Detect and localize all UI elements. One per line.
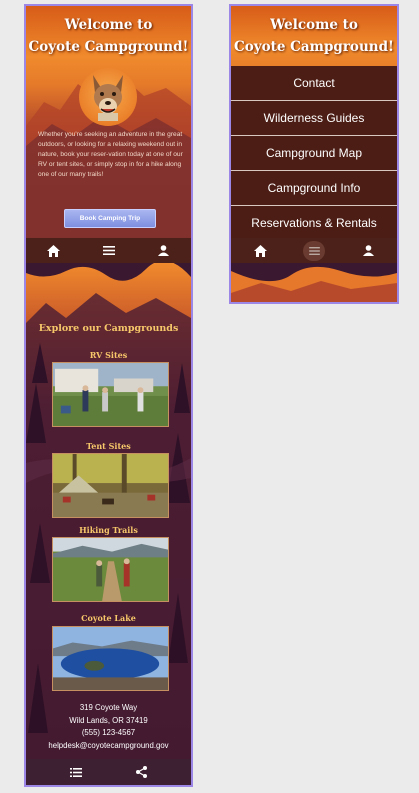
contact-address: 319 Coyote Way Wild Lands, OR 37419 (555… <box>26 702 191 752</box>
hero-section: Welcome to Coyote Campground! Whether yo… <box>26 6 191 238</box>
card-title-coyote-lake: Coyote Lake <box>81 613 136 623</box>
card-title-hiking-trails: Hiking Trails <box>79 525 138 535</box>
home-icon <box>253 244 267 257</box>
bottom-nav <box>26 238 191 263</box>
menu-home-button[interactable] <box>245 241 275 261</box>
menu-button[interactable] <box>94 241 124 261</box>
menu-menu-button[interactable] <box>303 240 325 261</box>
share-icon <box>136 766 147 778</box>
menu-item-campground-info[interactable]: Campground Info <box>231 170 397 205</box>
book-camping-trip-button[interactable]: Book Camping Trip <box>64 209 156 228</box>
menu-icon <box>102 246 115 255</box>
menu-bottom-nav <box>231 238 397 263</box>
tent-sites-photo[interactable] <box>52 453 169 518</box>
menu-site-title-line1: Welcome to <box>270 17 358 33</box>
list-icon <box>69 767 82 777</box>
intro-text: Whether you're seeking an adventure in t… <box>38 131 183 178</box>
coyote-logo <box>79 68 137 126</box>
card-title-tent-sites: Tent Sites <box>86 441 131 451</box>
person-icon <box>158 245 169 256</box>
coyote-icon <box>93 75 123 121</box>
explore-title: Explore our Campgrounds <box>38 323 179 334</box>
card-title-rv-sites: RV Sites <box>89 350 128 360</box>
address-city: Wild Lands, OR 37419 <box>69 715 148 725</box>
home-icon <box>47 244 60 257</box>
menu-account-button[interactable] <box>353 241 383 261</box>
menu-item-wilderness-guides[interactable]: Wilderness Guides <box>231 100 397 135</box>
menu-site-title-line2: Coyote Campground! <box>234 39 394 55</box>
menu-item-campground-map[interactable]: Campground Map <box>231 135 397 170</box>
menu-item-reservations-rentals[interactable]: Reservations & Rentals <box>231 205 397 240</box>
footer-bar <box>26 759 191 785</box>
menu-screen: Welcome to Coyote Campground! Contact Wi… <box>229 4 399 304</box>
dropdown-menu: Contact Wilderness Guides Campground Map… <box>231 66 397 240</box>
home-button[interactable] <box>39 241 69 261</box>
share-button[interactable] <box>127 762 157 782</box>
contact-phone[interactable]: (555) 123-4567 <box>26 727 191 740</box>
home-screen: Welcome to Coyote Campground! Whether yo… <box>24 4 193 787</box>
menu-sunset-strip <box>231 263 397 302</box>
menu-hero: Welcome to Coyote Campground! <box>231 6 397 66</box>
rv-sites-photo[interactable] <box>52 362 169 427</box>
address-street: 319 Coyote Way <box>79 703 138 712</box>
coyote-lake-photo[interactable] <box>52 626 169 691</box>
menu-site-title: Welcome to Coyote Campground! <box>231 16 397 57</box>
contact-email[interactable]: helpdesk@coyotecampground.gov <box>26 740 191 753</box>
menu-item-contact[interactable]: Contact <box>231 66 397 100</box>
account-button[interactable] <box>149 241 179 261</box>
menu-icon <box>308 246 320 255</box>
list-button[interactable] <box>61 762 91 782</box>
person-icon <box>362 245 374 256</box>
hiking-trails-photo[interactable] <box>52 537 169 602</box>
